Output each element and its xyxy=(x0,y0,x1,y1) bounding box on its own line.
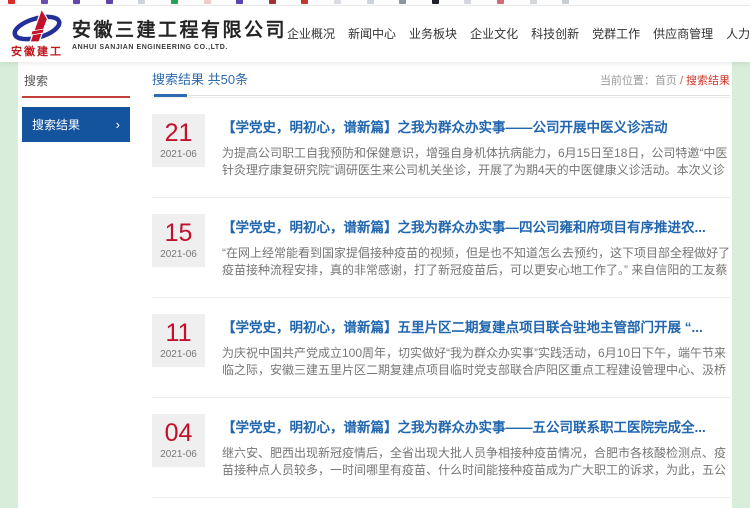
site-header: 安徽建工 安徽三建工程有限公司 ANHUI SANJIAN ENGINEERIN… xyxy=(0,6,750,62)
news-list-item[interactable]: 15 2021-06 【学党史，明初心，谱新篇】之我为群众办实事—四公司雍和府项… xyxy=(152,197,730,297)
favicon-icon[interactable] xyxy=(562,0,569,4)
date-day: 21 xyxy=(165,121,193,146)
date-day: 11 xyxy=(166,321,192,346)
news-body: 【学党史，明初心，谱新篇】之我为群众办实事——公司开展中医义诊活动 为提高公司职… xyxy=(222,114,730,179)
divider-accent xyxy=(154,94,187,97)
favicon-icon[interactable] xyxy=(301,0,308,4)
breadcrumb-home-link[interactable]: 首页 xyxy=(655,75,677,87)
logo-brand-text: 安徽建工 xyxy=(11,43,63,59)
news-body: 【学党史，明初心，谱新篇】之我为群众办实事——五公司联系职工医院完成全... 继… xyxy=(222,414,730,479)
date-day: 04 xyxy=(165,421,193,446)
sidebar-item-label: 搜索结果 xyxy=(32,116,80,133)
favicon-icon[interactable] xyxy=(171,0,178,4)
favicon-icon[interactable] xyxy=(269,0,276,4)
date-box: 04 2021-06 xyxy=(152,414,205,467)
favicon-icon[interactable] xyxy=(432,0,439,4)
news-list-item[interactable]: 04 2021-06 【学党史，明初心，谱新篇】之我为群众办实事——关爱孤寡老人… xyxy=(152,497,730,509)
news-excerpt: 为提高公司职工自我预防和保健意识，增强自身机体抗病能力，6月15日至18日，公司… xyxy=(222,145,730,179)
date-month: 2021-06 xyxy=(160,349,197,360)
news-list-item[interactable]: 21 2021-06 【学党史，明初心，谱新篇】之我为群众办实事——公司开展中医… xyxy=(152,97,730,197)
sidebar-title: 搜索 xyxy=(22,72,130,89)
news-excerpt: “在网上经常能看到国家提倡接种疫苗的视频，但是也不知道怎么去预约，这下项目部全程… xyxy=(222,245,730,279)
favicon-icon[interactable] xyxy=(8,0,15,4)
results-title: 搜索结果 共50条 xyxy=(152,69,248,88)
news-list-item[interactable]: 04 2021-06 【学党史，明初心，谱新篇】之我为群众办实事——五公司联系职… xyxy=(152,397,730,497)
breadcrumb-separator: / xyxy=(680,75,683,87)
nav-item-hr[interactable]: 人力资源 xyxy=(726,25,750,42)
nav-item-culture[interactable]: 企业文化 xyxy=(470,25,518,42)
favicon-icon[interactable] xyxy=(106,0,113,4)
favicon-icon[interactable] xyxy=(334,0,341,4)
nav-item-tech-innovation[interactable]: 科技创新 xyxy=(531,25,579,42)
company-name-block: 安徽三建工程有限公司 ANHUI SANJIAN ENGINEERING CO.… xyxy=(72,15,287,51)
favicon-icon[interactable] xyxy=(399,0,406,4)
news-body: 【学党史，明初心，谱新篇】五里片区二期复建点项目联合驻地主管部门开展 “... … xyxy=(222,314,730,379)
nav-item-business[interactable]: 业务板块 xyxy=(409,25,457,42)
date-box: 11 2021-06 xyxy=(152,314,205,367)
logo-mark-icon xyxy=(10,7,64,45)
favicon-icon[interactable] xyxy=(204,0,211,4)
breadcrumb-current[interactable]: 搜索结果 xyxy=(686,75,730,87)
favicon-icon[interactable] xyxy=(464,0,471,4)
date-month: 2021-06 xyxy=(160,449,197,460)
breadcrumb: 当前位置：首页/搜索结果 xyxy=(600,72,730,88)
news-excerpt: 继六安、肥西出现新冠疫情后，全省出现大批人员争相接种疫苗情况，合肥市各核酸检测点… xyxy=(222,445,730,479)
favicon-icon[interactable] xyxy=(236,0,243,4)
date-day: 15 xyxy=(165,221,193,246)
news-list-item[interactable]: 11 2021-06 【学党史，明初心，谱新篇】五里片区二期复建点项目联合驻地主… xyxy=(152,297,730,397)
favicon-icon[interactable] xyxy=(367,0,374,4)
company-name-cn: 安徽三建工程有限公司 xyxy=(72,15,287,42)
company-name-en: ANHUI SANJIAN ENGINEERING CO.,LTD. xyxy=(72,44,287,51)
date-month: 2021-06 xyxy=(160,249,197,260)
news-title-link[interactable]: 【学党史，明初心，谱新篇】之我为群众办实事——公司开展中医义诊活动 xyxy=(222,116,730,136)
chevron-right-icon: › xyxy=(116,120,120,130)
nav-item-company-overview[interactable]: 企业概况 xyxy=(287,25,335,42)
results-divider xyxy=(152,94,730,97)
nav-item-news-center[interactable]: 新闻中心 xyxy=(348,25,396,42)
main-column: 搜索结果 共50条 当前位置：首页/搜索结果 21 2021-06 【学党史，明… xyxy=(148,62,732,508)
news-title-link[interactable]: 【学党史，明初心，谱新篇】之我为群众办实事——五公司联系职工医院完成全... xyxy=(222,416,730,436)
favicon-icon[interactable] xyxy=(73,0,80,4)
date-month: 2021-06 xyxy=(160,149,197,160)
nav-item-party-work[interactable]: 党群工作 xyxy=(592,25,640,42)
favicon-icon[interactable] xyxy=(41,0,48,4)
news-body: 【学党史，明初心，谱新篇】之我为群众办实事—四公司雍和府项目有序推进农... “… xyxy=(222,214,730,279)
nav-item-supplier-mgmt[interactable]: 供应商管理 xyxy=(653,25,713,42)
company-logo[interactable]: 安徽建工 xyxy=(10,7,64,59)
sidebar: 搜索 搜索结果 › xyxy=(22,62,148,508)
results-header: 搜索结果 共50条 当前位置：首页/搜索结果 xyxy=(152,64,730,88)
news-excerpt: 为庆祝中国共产党成立100周年，切实做好“我为群众办实事”实践活动，6月10日下… xyxy=(222,345,730,379)
date-box: 21 2021-06 xyxy=(152,114,205,167)
date-box: 15 2021-06 xyxy=(152,214,205,267)
main-nav: 企业概况 新闻中心 业务板块 企业文化 科技创新 党群工作 供应商管理 人力资源 xyxy=(287,21,750,46)
sidebar-item-search-results[interactable]: 搜索结果 › xyxy=(22,107,130,142)
news-title-link[interactable]: 【学党史，明初心，谱新篇】之我为群众办实事—四公司雍和府项目有序推进农... xyxy=(222,216,730,236)
breadcrumb-prefix: 当前位置： xyxy=(600,75,655,87)
news-title-link[interactable]: 【学党史，明初心，谱新篇】五里片区二期复建点项目联合驻地主管部门开展 “... xyxy=(222,316,730,336)
favicon-icon[interactable] xyxy=(530,0,537,4)
favicon-icon[interactable] xyxy=(138,0,145,4)
page-background: 搜索 搜索结果 › 搜索结果 共50条 当前位置：首页/搜索结果 21 2021… xyxy=(0,62,750,508)
content-wrapper: 搜索 搜索结果 › 搜索结果 共50条 当前位置：首页/搜索结果 21 2021… xyxy=(18,62,732,508)
sidebar-rule xyxy=(22,96,130,98)
favicon-icon[interactable] xyxy=(497,0,504,4)
